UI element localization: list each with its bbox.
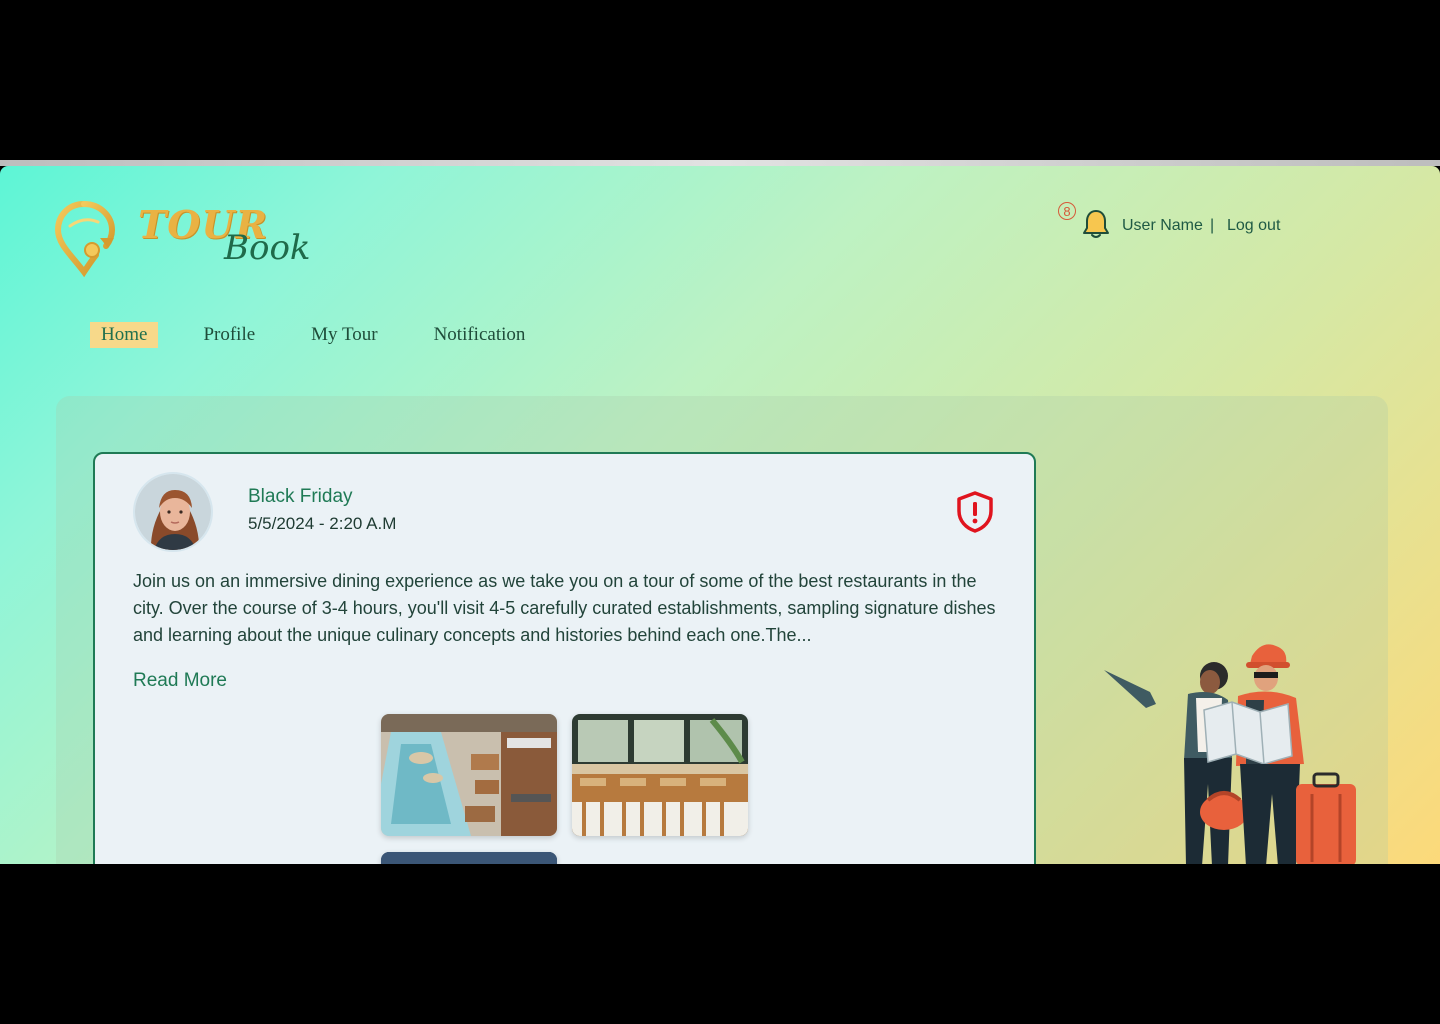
letterbox-top <box>0 0 1440 160</box>
logo[interactable]: TOUR Book <box>54 198 324 278</box>
bell-icon[interactable] <box>1080 208 1112 240</box>
post-image[interactable] <box>381 852 557 864</box>
shield-alert-icon[interactable] <box>955 490 995 534</box>
post-card: Black Friday 5/5/2024 - 2:20 A.M Join us… <box>93 452 1036 864</box>
nav-item-notification[interactable]: Notification <box>423 322 537 348</box>
main-nav: Home Profile My Tour Notification <box>90 322 570 348</box>
nav-item-profile[interactable]: Profile <box>192 322 266 348</box>
read-more-link[interactable]: Read More <box>133 670 227 692</box>
avatar[interactable] <box>133 472 213 552</box>
nav-item-home[interactable]: Home <box>90 322 159 348</box>
notification-badge: 8 <box>1058 202 1076 220</box>
user-menu: 8 User Name | Log out <box>1056 200 1316 240</box>
post-title[interactable]: Black Friday <box>248 486 353 508</box>
post-date: 5/5/2024 - 2:20 A.M <box>248 514 397 533</box>
travelers-illustration <box>1104 644 1356 864</box>
user-name[interactable]: User Name <box>1122 217 1203 235</box>
post-body: Join us on an immersive dining experienc… <box>133 571 996 645</box>
post-image[interactable] <box>572 714 748 836</box>
letterbox-bottom <box>0 864 1440 1024</box>
header-separator: | <box>1210 217 1215 234</box>
post-image[interactable] <box>381 714 557 836</box>
logo-wordmark-book: Book <box>224 228 311 268</box>
location-pin-logo-icon <box>54 201 116 278</box>
logout-link[interactable]: Log out <box>1227 217 1280 235</box>
app-viewport: TOUR Book 8 User Name | Log out Home Pro… <box>0 166 1440 864</box>
nav-item-my-tour[interactable]: My Tour <box>300 322 388 348</box>
